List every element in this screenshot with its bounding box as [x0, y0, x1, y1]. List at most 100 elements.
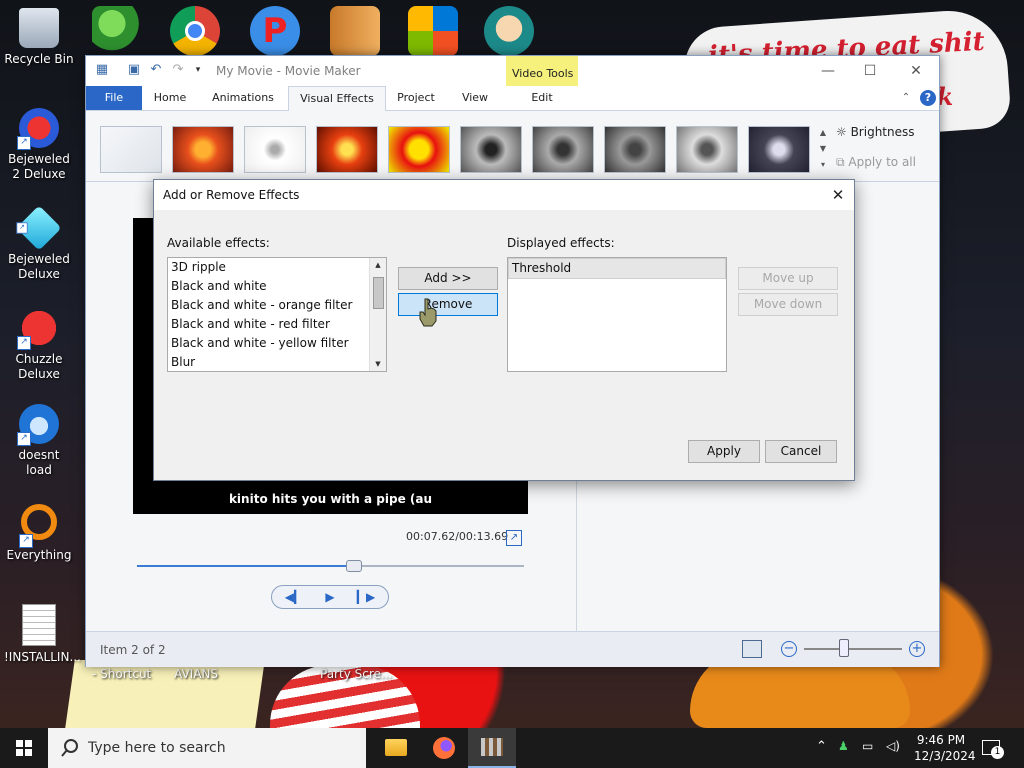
apply-to-all-button[interactable]: ⧉ Apply to all [836, 155, 916, 170]
effect-thumb-6[interactable] [532, 126, 594, 173]
effect-thumb-3[interactable] [316, 126, 378, 173]
apply-button[interactable]: Apply [688, 440, 760, 463]
scroll-thumb[interactable] [373, 277, 384, 309]
timecode: 00:07.62/00:13.69 [406, 530, 509, 543]
chuzzle-icon: ↗ [17, 308, 59, 350]
save-icon[interactable]: ▣ [126, 62, 142, 78]
move-up-button[interactable]: Move up [738, 267, 838, 290]
tab-view[interactable]: View [450, 86, 500, 110]
list-item[interactable]: Black and white - red filter [168, 315, 386, 334]
quick-access-dropdown-icon[interactable]: ▾ [190, 62, 206, 78]
list-item[interactable]: Black and white - orange filter [168, 296, 386, 315]
effect-thumb-5[interactable] [460, 126, 522, 173]
tab-animations[interactable]: Animations [204, 86, 282, 110]
clock-time[interactable]: 9:46 PM [914, 733, 968, 747]
previous-frame-icon[interactable]: ◀▎ [276, 588, 312, 606]
list-item[interactable]: Black and white - yellow filter [168, 334, 386, 353]
volume-icon[interactable]: ◁) [886, 739, 900, 753]
effect-thumb-7[interactable] [604, 126, 666, 173]
everything[interactable]: ↗ Everything [4, 504, 74, 563]
clock-date[interactable]: 12/3/2024 [914, 749, 976, 763]
fullscreen-icon[interactable]: ↗ [506, 530, 522, 546]
apply-all-label: Apply to all [848, 155, 916, 169]
add-button[interactable]: Add >> [398, 267, 498, 290]
taskbar-firefox-icon[interactable] [420, 728, 468, 768]
brightness-button[interactable]: ☼ Brightness [836, 125, 915, 139]
close-button[interactable]: ✕ [896, 59, 936, 83]
windows-start-icon[interactable] [0, 728, 48, 768]
tab-home[interactable]: Home [144, 86, 196, 110]
taskbar-movie-maker-icon[interactable] [468, 728, 516, 768]
shortcut-arrow-icon: ↗ [16, 222, 28, 234]
tab-edit[interactable]: Edit [506, 86, 578, 110]
undo-icon[interactable]: ↶ [148, 62, 164, 78]
list-item[interactable]: 3D ripple [168, 258, 386, 277]
list-item[interactable]: Threshold [508, 258, 726, 279]
tab-file[interactable]: File [86, 86, 142, 110]
seek-thumb[interactable] [345, 560, 362, 572]
everything-label: Everything [6, 548, 72, 562]
zoom-thumb[interactable] [839, 639, 850, 657]
apply-all-icon: ⧉ [836, 155, 849, 169]
remove-button[interactable]: Remove [398, 293, 498, 316]
effect-thumb-1[interactable] [172, 126, 234, 173]
network-icon[interactable]: ▭ [862, 739, 873, 753]
scroll-up-icon[interactable]: ▲ [370, 258, 386, 272]
seek-slider[interactable] [137, 560, 524, 572]
available-effects-list[interactable]: 3D ripple Black and white Black and whit… [167, 257, 387, 372]
effect-thumb-9[interactable] [748, 126, 810, 173]
dialog-titlebar[interactable]: Add or Remove Effects ✕ [154, 180, 854, 210]
help-icon[interactable]: ? [920, 86, 936, 110]
available-list-scrollbar[interactable]: ▲ ▼ [369, 258, 386, 371]
bejeweled-2-deluxe[interactable]: ↗ Bejeweled 2 Deluxe [4, 108, 74, 182]
thunderbird-icon: ↗ [17, 404, 59, 446]
show-hidden-icons-icon[interactable]: ⌃ [816, 739, 827, 754]
minimize-button[interactable]: — [808, 59, 848, 83]
effect-thumb-8[interactable] [676, 126, 738, 173]
party-screen-label: Party Scre... [320, 667, 393, 681]
maximize-button[interactable]: ☐ [850, 59, 890, 83]
effect-thumb-4[interactable] [388, 126, 450, 173]
bejeweled-label: Bejeweled Deluxe [8, 252, 70, 281]
doesnt-load-label: doesnt load [18, 448, 60, 477]
zoom-in-icon[interactable]: + [909, 641, 925, 657]
list-item[interactable]: Blur [168, 353, 386, 371]
play-icon[interactable]: ▶ [312, 588, 348, 606]
text-file-icon [22, 604, 56, 646]
recycle-bin[interactable]: Recycle Bin [4, 8, 74, 67]
taskbar-search-box[interactable]: Type here to search [48, 728, 366, 768]
messenger-icon[interactable] [92, 6, 142, 56]
tab-visual-effects[interactable]: Visual Effects [288, 86, 386, 112]
bejeweled-deluxe[interactable]: ↗ Bejeweled Deluxe [4, 205, 74, 282]
move-down-button[interactable]: Move down [738, 293, 838, 316]
zoom-out-icon[interactable]: − [781, 641, 797, 657]
gallery-scroll[interactable]: ▲ ▼ ▾ [818, 125, 828, 175]
cancel-button[interactable]: Cancel [765, 440, 837, 463]
notification-center-icon[interactable]: 1 [982, 738, 1004, 759]
chuzzle-deluxe[interactable]: ↗ Chuzzle Deluxe [4, 308, 74, 382]
people-icon[interactable]: ♟ [838, 739, 849, 753]
effect-thumb-2[interactable] [244, 126, 306, 173]
movie-maker-titlebar[interactable]: ▦ ▣ ↶ ↷ ▾ My Movie - Movie Maker Video T… [86, 56, 939, 90]
collapse-ribbon-icon[interactable]: ⌃ [898, 86, 914, 110]
redo-icon[interactable]: ↷ [170, 62, 186, 78]
effect-thumb-none[interactable] [100, 126, 162, 173]
doesnt-load[interactable]: ↗ doesnt load [4, 404, 74, 478]
taskbar-file-explorer-icon[interactable] [372, 728, 420, 768]
installing-file[interactable]: !INSTALLIN... [4, 604, 81, 665]
list-item[interactable]: Black and white [168, 277, 386, 296]
window-title: My Movie - Movie Maker [216, 64, 361, 78]
game-character-icon[interactable] [484, 6, 534, 56]
chrome-icon[interactable] [170, 6, 220, 56]
zoom-slider[interactable] [804, 648, 902, 650]
windows-app-icon[interactable] [408, 6, 458, 56]
storyboard-view-icon[interactable] [742, 640, 762, 658]
search-icon [61, 739, 78, 757]
displayed-effects-list[interactable]: Threshold [507, 257, 727, 372]
p-app-icon[interactable]: P [250, 6, 300, 56]
dialog-close-icon[interactable]: ✕ [826, 184, 850, 206]
tab-project[interactable]: Project [390, 86, 442, 110]
scroll-down-icon[interactable]: ▼ [370, 357, 386, 371]
next-frame-icon[interactable]: ▎▶ [348, 588, 384, 606]
folder-app-icon[interactable] [330, 6, 380, 56]
